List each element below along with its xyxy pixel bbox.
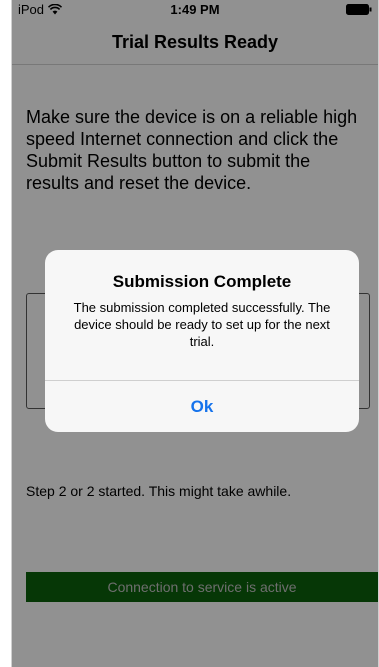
ok-button[interactable]: Ok [45, 381, 359, 432]
alert-dialog: Submission Complete The submission compl… [45, 250, 359, 432]
app-screen: iPod 1:49 PM Trial Results Ready Make su… [11, 0, 379, 667]
alert-message: The submission completed successfully. T… [73, 300, 331, 349]
alert-title: Submission Complete [112, 272, 292, 291]
